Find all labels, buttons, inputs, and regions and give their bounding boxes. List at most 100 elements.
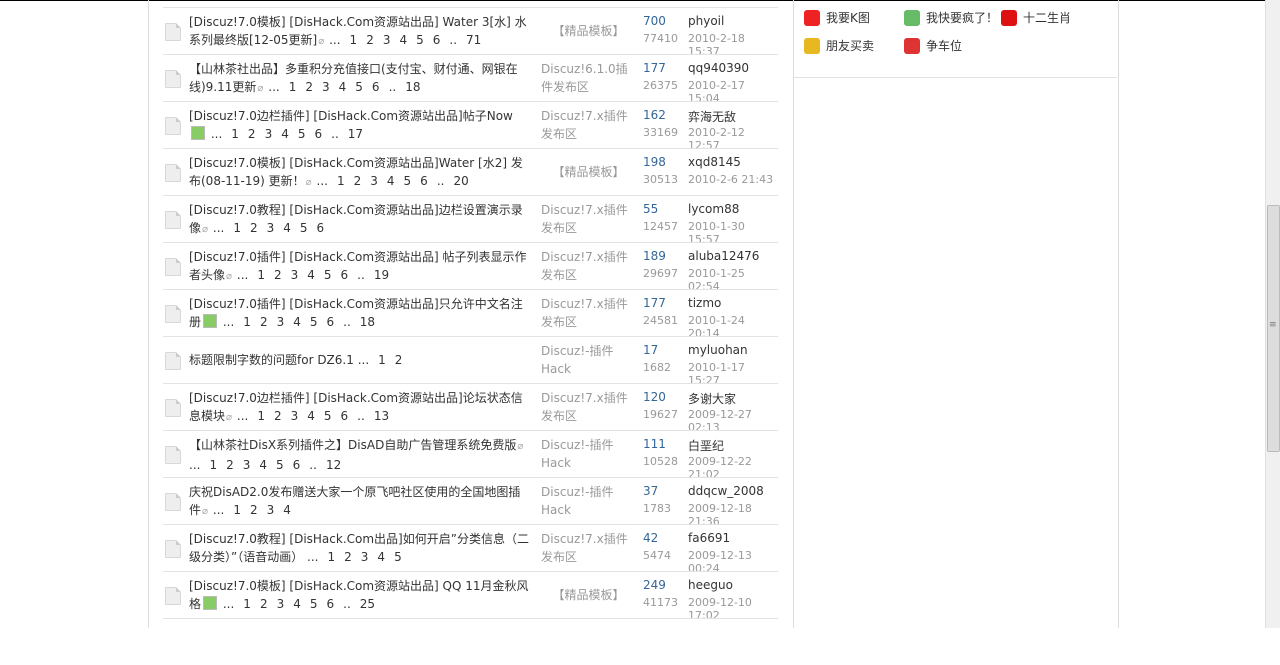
page-link[interactable]: 4 — [399, 33, 407, 47]
page-link[interactable]: 1 — [231, 127, 239, 141]
page-link[interactable]: 3 — [265, 127, 273, 141]
page-link[interactable]: 3 — [277, 315, 285, 329]
page-link[interactable]: 3 — [322, 80, 330, 94]
page-link[interactable]: 4 — [281, 127, 289, 141]
page-link[interactable]: 1 — [257, 268, 265, 282]
page-link[interactable]: 5 — [298, 127, 306, 141]
last-poster-link[interactable]: heeguo — [688, 578, 733, 592]
page-link[interactable]: 4 — [377, 550, 385, 564]
forum-link[interactable]: Discuz!7.x插件发布区 — [541, 389, 636, 425]
page-link[interactable]: 2 — [305, 80, 313, 94]
page-link[interactable]: 4 — [339, 80, 347, 94]
page-link[interactable]: 1 — [350, 33, 358, 47]
page-link[interactable]: 2 — [250, 503, 258, 517]
page-link[interactable]: 1 — [328, 550, 336, 564]
last-poster-link[interactable]: 弈海无敌 — [688, 108, 736, 125]
page-link[interactable]: 4 — [293, 315, 301, 329]
last-poster-link[interactable]: 多谢大家 — [688, 390, 736, 407]
last-poster-link[interactable]: myluohan — [688, 343, 748, 357]
page-link[interactable]: 1 — [233, 503, 241, 517]
page-link[interactable]: 2 — [395, 353, 403, 367]
page-link[interactable]: 3 — [383, 33, 391, 47]
page-link[interactable]: 3 — [267, 503, 275, 517]
vertical-scrollbar[interactable] — [1265, 0, 1280, 628]
page-link[interactable]: 2 — [366, 33, 374, 47]
app-link[interactable]: 十二生肖 — [1001, 9, 1071, 26]
forum-link[interactable]: 【精品模板】 — [541, 22, 636, 40]
page-link[interactable]: 2 — [226, 458, 234, 472]
last-poster-link[interactable]: aluba12476 — [688, 249, 759, 263]
page-link[interactable]: 5 — [355, 80, 363, 94]
last-poster-link[interactable]: phyoil — [688, 14, 724, 28]
page-link[interactable]: 5 — [310, 315, 318, 329]
forum-link[interactable]: Discuz!-插件Hack — [541, 436, 636, 472]
page-link[interactable]: 6 — [341, 409, 349, 423]
forum-link[interactable]: 【精品模板】 — [541, 163, 636, 181]
app-link[interactable]: 我快要疯了！ — [904, 9, 998, 26]
page-link[interactable]: 2 — [344, 550, 352, 564]
page-link[interactable]: 20 — [453, 174, 468, 188]
page-link[interactable]: 6 — [433, 33, 441, 47]
page-link[interactable]: 4 — [283, 221, 291, 235]
last-post-date[interactable]: 2010-2-6 21:43 — [688, 173, 773, 186]
app-link[interactable]: 争车位 — [904, 37, 962, 54]
page-link[interactable]: 4 — [283, 503, 291, 517]
page-link[interactable]: 12 — [326, 458, 341, 472]
page-link[interactable]: 3 — [243, 458, 251, 472]
page-link[interactable]: 18 — [405, 80, 420, 94]
page-link[interactable]: 1 — [289, 80, 297, 94]
page-link[interactable]: 6 — [372, 80, 380, 94]
page-link[interactable]: 5 — [324, 409, 332, 423]
app-link[interactable]: 朋友买卖 — [804, 37, 874, 54]
page-link[interactable]: 6 — [420, 174, 428, 188]
page-link[interactable]: 2 — [274, 409, 282, 423]
page-link[interactable]: 6 — [314, 127, 322, 141]
forum-link[interactable]: Discuz!7.x插件发布区 — [541, 295, 636, 331]
page-link[interactable]: 4 — [307, 409, 315, 423]
page-link[interactable]: 6 — [327, 315, 335, 329]
page-link[interactable]: 1 — [209, 458, 217, 472]
thread-title-link[interactable]: [Discuz!7.0边栏插件] [DisHack.Com资源站出品]帖子Now — [189, 109, 513, 123]
page-link[interactable]: 1 — [378, 353, 386, 367]
page-link[interactable]: 3 — [277, 597, 285, 611]
page-link[interactable]: 5 — [404, 174, 412, 188]
thread-title-link[interactable]: 【山林茶社DisX系列插件之】DisAD自助广告管理系统免费版 — [189, 438, 516, 452]
page-link[interactable]: 2 — [260, 597, 268, 611]
forum-link[interactable]: 【精品模板】 — [541, 586, 636, 604]
page-link[interactable]: 13 — [374, 409, 389, 423]
page-link[interactable]: 4 — [387, 174, 395, 188]
forum-link[interactable]: Discuz!-插件Hack — [541, 342, 636, 378]
last-poster-link[interactable]: qq940390 — [688, 61, 749, 75]
page-link[interactable]: 3 — [291, 268, 299, 282]
page-link[interactable]: 1 — [257, 409, 265, 423]
page-link[interactable]: 1 — [243, 597, 251, 611]
page-link[interactable]: 4 — [259, 458, 267, 472]
page-link[interactable]: 4 — [293, 597, 301, 611]
page-link[interactable]: 1 — [233, 221, 241, 235]
page-link[interactable]: 5 — [394, 550, 402, 564]
page-link[interactable]: 5 — [324, 268, 332, 282]
page-link[interactable]: 2 — [260, 315, 268, 329]
page-link[interactable]: 4 — [307, 268, 315, 282]
page-link[interactable]: 6 — [341, 268, 349, 282]
page-link[interactable]: 2 — [250, 221, 258, 235]
page-link[interactable]: 5 — [416, 33, 424, 47]
forum-link[interactable]: Discuz!-插件Hack — [541, 483, 636, 519]
forum-link[interactable]: Discuz!7.x插件发布区 — [541, 201, 636, 237]
page-link[interactable]: 5 — [276, 458, 284, 472]
page-link[interactable]: 2 — [354, 174, 362, 188]
page-link[interactable]: 18 — [360, 315, 375, 329]
page-link[interactable]: 5 — [300, 221, 308, 235]
last-poster-link[interactable]: tizmo — [688, 296, 721, 310]
page-link[interactable]: 3 — [291, 409, 299, 423]
last-poster-link[interactable]: fa6691 — [688, 531, 730, 545]
page-link[interactable]: 25 — [360, 597, 375, 611]
page-link[interactable]: 17 — [348, 127, 363, 141]
page-link[interactable]: 1 — [243, 315, 251, 329]
page-link[interactable]: 6 — [317, 221, 325, 235]
forum-link[interactable]: Discuz!7.x插件发布区 — [541, 530, 636, 566]
last-poster-link[interactable]: 白垩纪 — [688, 437, 724, 454]
last-poster-link[interactable]: ddqcw_2008 — [688, 484, 764, 498]
page-link[interactable]: 3 — [267, 221, 275, 235]
page-link[interactable]: 3 — [370, 174, 378, 188]
